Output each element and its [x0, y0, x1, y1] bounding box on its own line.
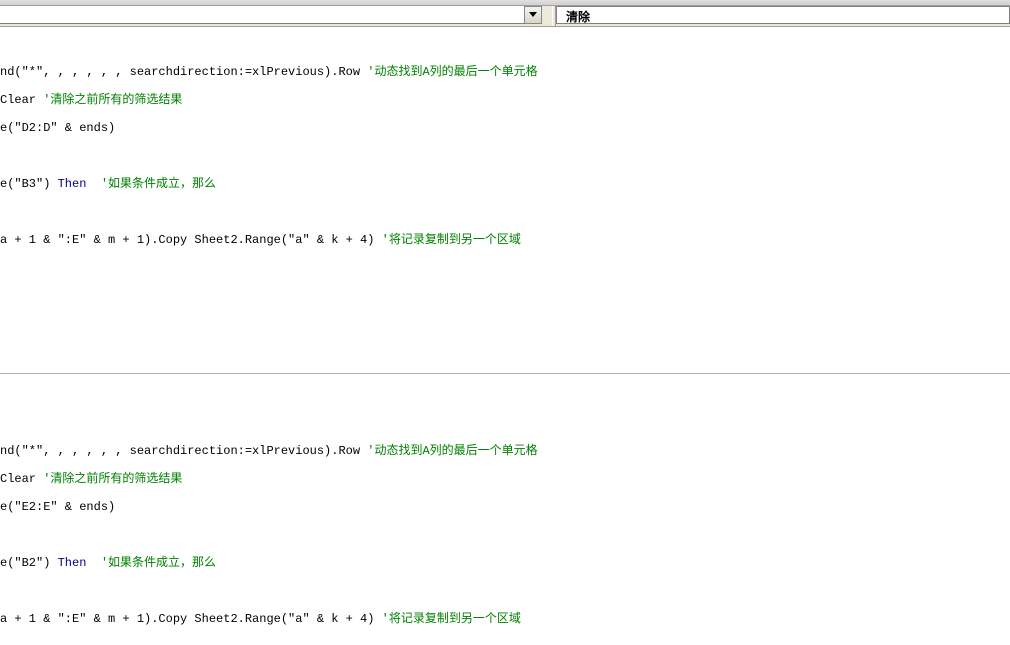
- code-comment: '动态找到A列的最后一个单元格: [367, 444, 537, 458]
- code-comment: '如果条件成立，那么: [101, 177, 216, 191]
- code-text: a + 1 & ":E" & m + 1).Copy Sheet2.Range(…: [0, 612, 382, 626]
- code-text: nd("*", , , , , , searchdirection:=xlPre…: [0, 444, 367, 458]
- code-keyword: Then: [58, 556, 101, 570]
- object-dropdown-arrow[interactable]: [524, 6, 542, 24]
- code-text: nd("*", , , , , , searchdirection:=xlPre…: [0, 65, 367, 79]
- object-dropdown[interactable]: [0, 6, 524, 24]
- procedure-separator: [0, 373, 1010, 374]
- object-procedure-bar: 清除: [0, 6, 1010, 27]
- code-content: nd("*", , , , , , searchdirection:=xlPre…: [0, 51, 1010, 645]
- code-comment: '如果条件成立，那么: [101, 556, 216, 570]
- code-text: e("B3"): [0, 177, 58, 191]
- code-text: e("D2:D" & ends): [0, 121, 115, 135]
- code-comment: '清除之前所有的筛选结果: [43, 472, 182, 486]
- code-text: e("E2:E" & ends): [0, 500, 115, 514]
- code-pane[interactable]: nd("*", , , , , , searchdirection:=xlPre…: [0, 27, 1010, 645]
- code-comment: '清除之前所有的筛选结果: [43, 93, 182, 107]
- code-text: a + 1 & ":E" & m + 1).Copy Sheet2.Range(…: [0, 233, 382, 247]
- code-comment: '将记录复制到另一个区域: [382, 233, 521, 247]
- code-comment: '动态找到A列的最后一个单元格: [367, 65, 537, 79]
- procedure-dropdown[interactable]: [556, 6, 1010, 24]
- code-keyword: Then: [58, 177, 101, 191]
- code-comment: '将记录复制到另一个区域: [382, 612, 521, 626]
- code-text: Clear: [0, 93, 43, 107]
- code-text: Clear: [0, 472, 43, 486]
- chevron-down-icon: [529, 12, 537, 18]
- procedure-label: 清除: [566, 8, 590, 25]
- code-text: e("B2"): [0, 556, 58, 570]
